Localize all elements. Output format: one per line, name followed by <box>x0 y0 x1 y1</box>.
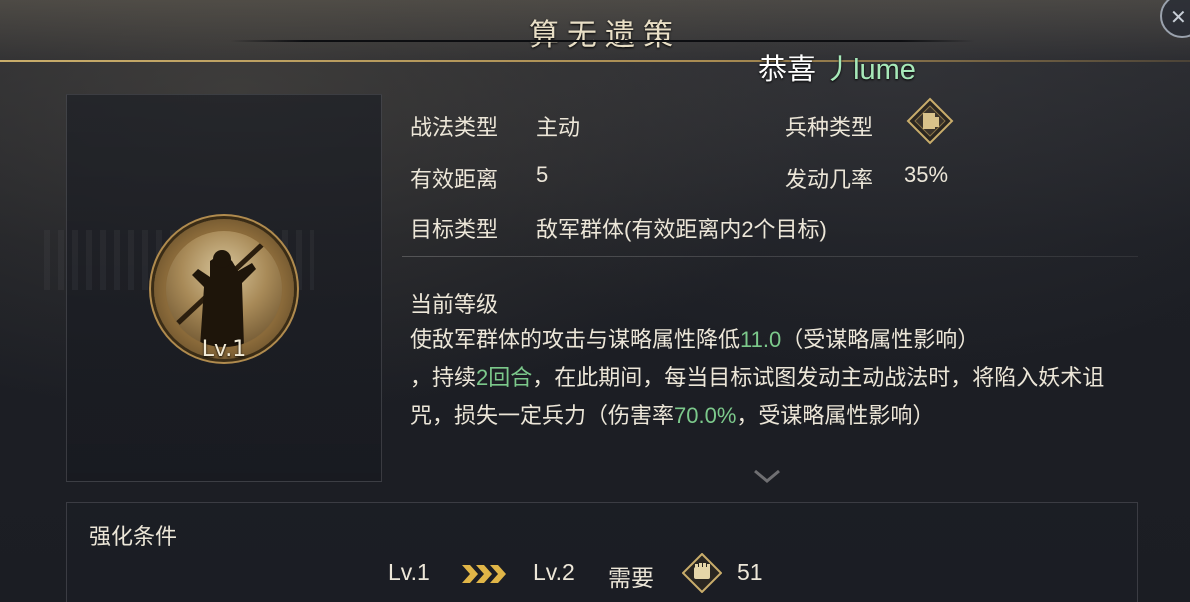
desc-value-3: 70.0% <box>674 403 737 428</box>
desc-value-2: 2回合 <box>476 365 533 390</box>
desc-value-1: 11.0 <box>740 327 782 352</box>
desc-part-1: 使敌军群体的攻击与谋略属性降低 <box>410 327 741 352</box>
desc-part-3: ，持续 <box>410 365 477 390</box>
header-gold-divider <box>0 60 1190 62</box>
warrior-silhouette-icon <box>166 231 282 347</box>
from-level: Lv.1 <box>388 559 430 585</box>
range-label: 有效距离 <box>410 167 499 192</box>
to-level: Lv.2 <box>533 559 575 585</box>
skill-avatar: Lv.1 <box>154 219 294 362</box>
skill-description: 使敌军群体的攻击与谋略属性降低11.0（受谋略属性影响） ，持续2回合，在此期间，… <box>410 321 1122 435</box>
congrats-banner: 恭喜 丿lume <box>758 46 916 88</box>
trigger-rate-value: 35% <box>904 162 949 187</box>
title-divider <box>230 40 975 42</box>
skill-type-label: 战法类型 <box>410 115 499 140</box>
avatar-level-label: Lv.1 <box>201 337 247 362</box>
range-value: 5 <box>536 162 549 187</box>
skill-type-value: 主动 <box>536 115 581 140</box>
need-label: 需要 <box>608 565 654 591</box>
enhance-panel <box>66 502 1138 602</box>
troop-type-label: 兵种类型 <box>785 115 874 140</box>
player-name: 丿lume <box>824 54 916 86</box>
info-divider <box>402 256 1138 257</box>
trigger-rate-label: 发动几率 <box>785 167 874 192</box>
target-type-label: 目标类型 <box>410 217 499 242</box>
troop-type-icon[interactable] <box>906 97 954 145</box>
cost-value: 51 <box>737 559 763 585</box>
close-icon: ✕ <box>1170 5 1187 29</box>
target-type-value: 敌军群体(有效距离内2个目标) <box>536 217 827 242</box>
enhance-title: 强化条件 <box>89 524 178 549</box>
fist-icon <box>681 552 723 594</box>
skill-title: 算无遗策 <box>529 18 681 53</box>
current-level-title: 当前等级 <box>410 292 499 317</box>
skill-detail-screen: 算无遗策 ✕ 恭喜 丿lume Lv.1 战法类型 主动 兵种类型 有效距离 5… <box>0 0 1190 602</box>
upgrade-arrows-icon <box>462 562 510 586</box>
desc-part-5: ，受谋略属性影响） <box>736 403 935 428</box>
scroll-down-icon[interactable] <box>752 468 782 484</box>
desc-part-2: （受谋略属性影响） <box>781 327 980 352</box>
congrats-prefix: 恭喜 <box>758 54 817 86</box>
